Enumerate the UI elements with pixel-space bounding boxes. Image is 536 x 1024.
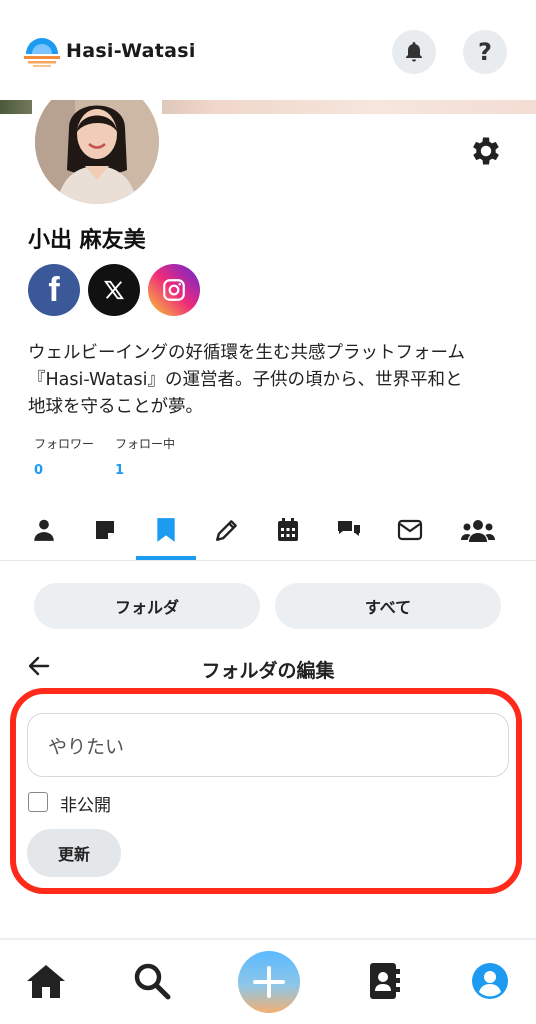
instagram-icon[interactable]	[148, 264, 200, 316]
bio-line: 『Hasi-Watasi』の運営者。子供の頃から、世界平和と	[28, 370, 463, 390]
followers-label[interactable]: フォロワー	[34, 435, 94, 452]
nav-home[interactable]	[22, 957, 70, 1005]
tab-groups[interactable]	[458, 510, 498, 550]
profile-icon	[34, 519, 54, 541]
update-button[interactable]: 更新	[27, 829, 121, 877]
notifications-button[interactable]	[392, 30, 436, 74]
facebook-icon[interactable]: f	[28, 264, 80, 316]
back-arrow-icon[interactable]	[28, 654, 50, 684]
tab-calendar[interactable]	[268, 510, 308, 550]
bio-line: 地球を守ることが夢。	[28, 397, 203, 417]
contacts-icon	[370, 963, 400, 999]
bell-icon	[406, 42, 422, 62]
x-icon[interactable]	[88, 264, 140, 316]
bookmark-icon	[157, 518, 175, 542]
tab-divider	[0, 560, 536, 561]
help-button[interactable]: ?	[463, 30, 507, 74]
plus-icon	[253, 966, 285, 998]
edit-folder-title: フォルダの編集	[201, 660, 335, 682]
bottom-nav-divider	[0, 938, 536, 940]
nav-contacts[interactable]	[360, 957, 408, 1005]
chat-icon	[338, 521, 360, 536]
followers-count[interactable]: 0	[34, 463, 43, 478]
home-icon	[27, 965, 65, 998]
calendar-icon	[278, 518, 298, 541]
following-label[interactable]: フォロー中	[115, 435, 175, 452]
tab-posts[interactable]	[207, 510, 247, 550]
account-icon	[472, 963, 508, 999]
create-post-button[interactable]	[238, 951, 300, 1013]
folder-filter-button[interactable]: フォルダ	[34, 583, 260, 629]
following-count[interactable]: 1	[115, 463, 124, 478]
brand-name: Hasi-Watasi	[66, 40, 196, 62]
tab-notes[interactable]	[85, 510, 125, 550]
all-filter-button[interactable]: すべて	[275, 583, 501, 629]
private-checkbox[interactable]	[28, 792, 48, 812]
bio-line: ウェルビーイングの好循環を生む共感プラットフォーム	[28, 343, 465, 363]
nav-account[interactable]	[466, 957, 514, 1005]
envelope-icon	[397, 519, 423, 541]
group-icon	[461, 520, 495, 542]
brand-logo-icon	[24, 38, 60, 67]
profile-bio: ウェルビーイングの好循環を生む共感プラットフォーム 『Hasi-Watasi』の…	[28, 340, 518, 421]
tab-messages[interactable]	[390, 510, 430, 550]
profile-name: 小出 麻友美	[28, 228, 146, 253]
tab-bookmarks[interactable]	[146, 510, 186, 550]
nav-search[interactable]	[128, 957, 176, 1005]
search-icon	[134, 963, 171, 1000]
settings-gear-icon[interactable]	[468, 133, 504, 169]
pencil-icon	[216, 520, 237, 541]
avatar[interactable]	[32, 100, 162, 210]
private-label[interactable]: 非公開	[60, 791, 111, 816]
tab-chat[interactable]	[329, 510, 369, 550]
note-icon	[96, 521, 114, 539]
tab-profile[interactable]	[24, 510, 64, 550]
folder-name-input[interactable]	[27, 713, 509, 777]
